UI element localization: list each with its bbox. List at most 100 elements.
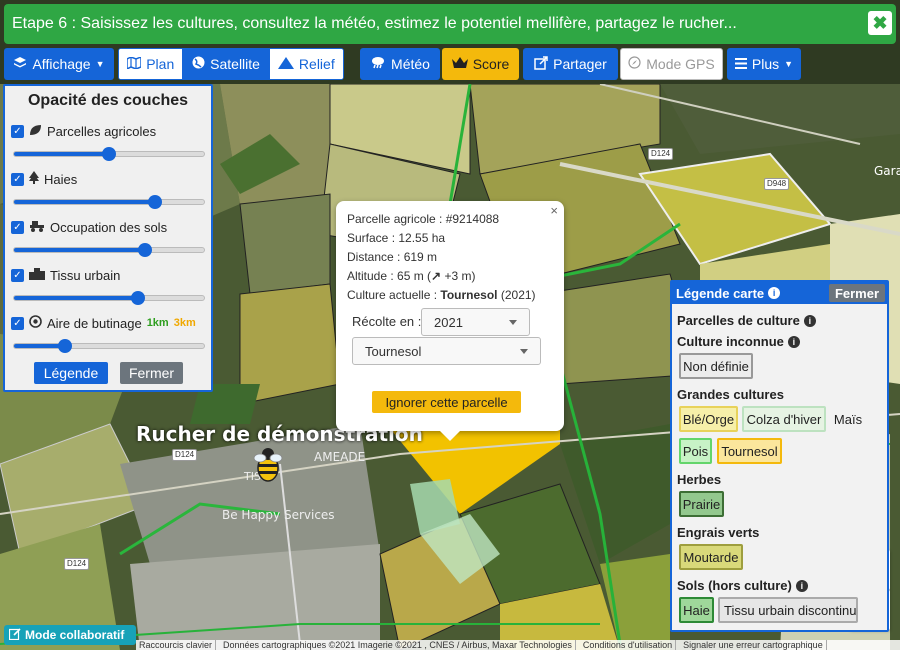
occupation-opacity-slider[interactable] xyxy=(13,243,205,257)
haies-opacity-slider[interactable] xyxy=(13,195,205,209)
partager-button[interactable]: Partager xyxy=(523,48,618,80)
butinage-opacity-slider[interactable] xyxy=(13,339,205,353)
ignore-parcel-button[interactable]: Ignorer cette parcelle xyxy=(372,391,521,413)
occupation-checkbox[interactable]: ✓ xyxy=(11,220,24,234)
info-icon[interactable]: i xyxy=(768,287,781,299)
layer-label: Tissu urbain xyxy=(50,267,121,283)
relief-button[interactable]: Relief xyxy=(269,49,343,79)
legend-section-herbes: Herbes xyxy=(677,472,722,487)
caret-down-icon: ▼ xyxy=(784,59,794,69)
layer-label: Aire de butinage xyxy=(47,315,142,331)
layers-icon xyxy=(13,56,27,73)
map-data-credits: Données cartographiques ©2021 Imagerie ©… xyxy=(220,640,576,650)
info-icon[interactable]: i xyxy=(803,314,816,327)
tractor-icon xyxy=(29,220,45,235)
leaf-icon xyxy=(29,124,42,139)
layer-butinage: ✓ Aire de butinage 1km 3km xyxy=(11,314,207,353)
satellite-button[interactable]: Satellite xyxy=(182,49,270,79)
popup-close-button[interactable]: × xyxy=(550,203,558,218)
arrow-up-right-icon: ↗ xyxy=(431,269,442,283)
banner-text: Etape 6 : Saisissez les cultures, consul… xyxy=(12,15,737,32)
legend-chip-non-definie: Non définie xyxy=(679,353,753,379)
legend-close-button[interactable]: Fermer xyxy=(829,284,885,302)
plan-label: Plan xyxy=(146,56,175,72)
report-error-link[interactable]: Signaler une erreur cartographique xyxy=(680,640,827,650)
toolbar: Affichage ▼ Plan Satellite Relief Météo xyxy=(4,48,896,80)
legend-chip-tournesol: Tournesol xyxy=(717,438,782,464)
meteo-label: Météo xyxy=(391,56,430,72)
tissu-opacity-slider[interactable] xyxy=(13,291,205,305)
tree-icon xyxy=(29,171,39,187)
butinage-checkbox[interactable]: ✓ xyxy=(11,316,24,330)
info-icon[interactable]: i xyxy=(787,335,800,348)
place-label: AMEADE xyxy=(314,450,366,464)
score-button[interactable]: Score xyxy=(442,48,519,80)
road-label: D124 xyxy=(64,558,90,570)
layer-haies: ✓ Haies xyxy=(11,170,207,209)
keyboard-shortcuts-link[interactable]: Raccourcis clavier xyxy=(136,640,217,650)
legend-section-inconnue: Culture inconnue i xyxy=(677,334,800,349)
affichage-dropdown-button[interactable]: Affichage ▼ xyxy=(4,48,114,80)
caret-down-icon: ▼ xyxy=(95,59,105,69)
layers-close-button[interactable]: Fermer xyxy=(120,362,183,384)
legend-chip-haie: Haie xyxy=(679,597,714,623)
info-icon[interactable]: i xyxy=(795,579,808,592)
legend-chip-colza: Colza d'hiver xyxy=(742,406,826,432)
bee-icon xyxy=(253,448,283,482)
parcel-info-popup: × Parcelle agricole : #9214088 Surface :… xyxy=(336,201,564,441)
terms-link[interactable]: Conditions d'utilisation xyxy=(580,640,677,650)
plan-button[interactable]: Plan xyxy=(119,49,183,79)
legende-button[interactable]: Légende xyxy=(34,362,108,384)
layer-parcelles: ✓ Parcelles agricoles xyxy=(11,122,207,161)
haies-checkbox[interactable]: ✓ xyxy=(11,172,24,186)
affichage-label: Affichage xyxy=(32,56,91,72)
legend-chip-prairie: Prairie xyxy=(679,491,724,517)
crop-select[interactable]: Tournesol xyxy=(352,337,541,365)
globe-icon xyxy=(192,56,205,72)
gps-label: Mode GPS xyxy=(646,56,715,72)
legend-section-engrais: Engrais verts xyxy=(677,525,760,540)
gps-mode-button[interactable]: Mode GPS xyxy=(620,48,723,80)
edit-icon xyxy=(8,627,21,643)
map-attribution: Raccourcis clavier Données cartographiqu… xyxy=(136,640,900,650)
map-type-group: Plan Satellite Relief xyxy=(118,48,344,80)
tissu-checkbox[interactable]: ✓ xyxy=(11,268,24,282)
place-label: Be Happy Services xyxy=(222,508,335,522)
legend-chip-tissu: Tissu urbain discontinu xyxy=(718,597,858,623)
road-label: D124 xyxy=(648,148,674,160)
meteo-button[interactable]: Météo xyxy=(360,48,440,80)
layer-opacity-panel: Opacité des couches ✓ Parcelles agricole… xyxy=(3,84,213,392)
parcelles-opacity-slider[interactable] xyxy=(13,147,205,161)
city-icon xyxy=(29,267,45,283)
legend-chip-ble: Blé/Orge xyxy=(679,406,738,432)
mountain-icon xyxy=(277,56,294,72)
parcel-distance: Distance : 619 m xyxy=(347,250,438,264)
place-label: Gara xyxy=(874,164,900,178)
legend-chip-pois: Pois xyxy=(679,438,712,464)
culture-value: Tournesol xyxy=(440,288,498,302)
km1-label: 1km xyxy=(146,317,169,329)
plus-label: Plus xyxy=(751,56,780,72)
partager-label: Partager xyxy=(553,56,607,72)
bee-hive-marker[interactable] xyxy=(252,444,284,484)
legend-section-parcelles: Parcelles de culture i xyxy=(677,313,816,328)
score-label: Score xyxy=(472,56,510,72)
collaborative-mode-button[interactable]: Mode collaboratif xyxy=(4,625,136,645)
caret-down-icon xyxy=(520,349,528,354)
map-icon xyxy=(126,55,142,72)
bars-icon xyxy=(734,56,747,72)
parcel-surface: Surface : 12.55 ha xyxy=(347,231,446,245)
parcelles-checkbox[interactable]: ✓ xyxy=(11,124,24,138)
satellite-label: Satellite xyxy=(210,56,260,72)
share-icon xyxy=(534,55,548,73)
layer-label: Parcelles agricoles xyxy=(47,123,157,139)
plus-dropdown-button[interactable]: Plus ▼ xyxy=(727,48,801,80)
legend-chip-mais: Maïs xyxy=(833,411,863,427)
layer-label: Haies xyxy=(44,171,78,187)
road-label: D124 xyxy=(172,449,198,461)
cloud-rain-icon xyxy=(370,56,386,72)
relief-label: Relief xyxy=(298,56,335,72)
banner-close-button[interactable]: ✖ xyxy=(868,11,892,35)
harvest-year-select[interactable]: 2021 xyxy=(421,308,530,336)
panel-title: Opacité des couches xyxy=(27,92,189,109)
